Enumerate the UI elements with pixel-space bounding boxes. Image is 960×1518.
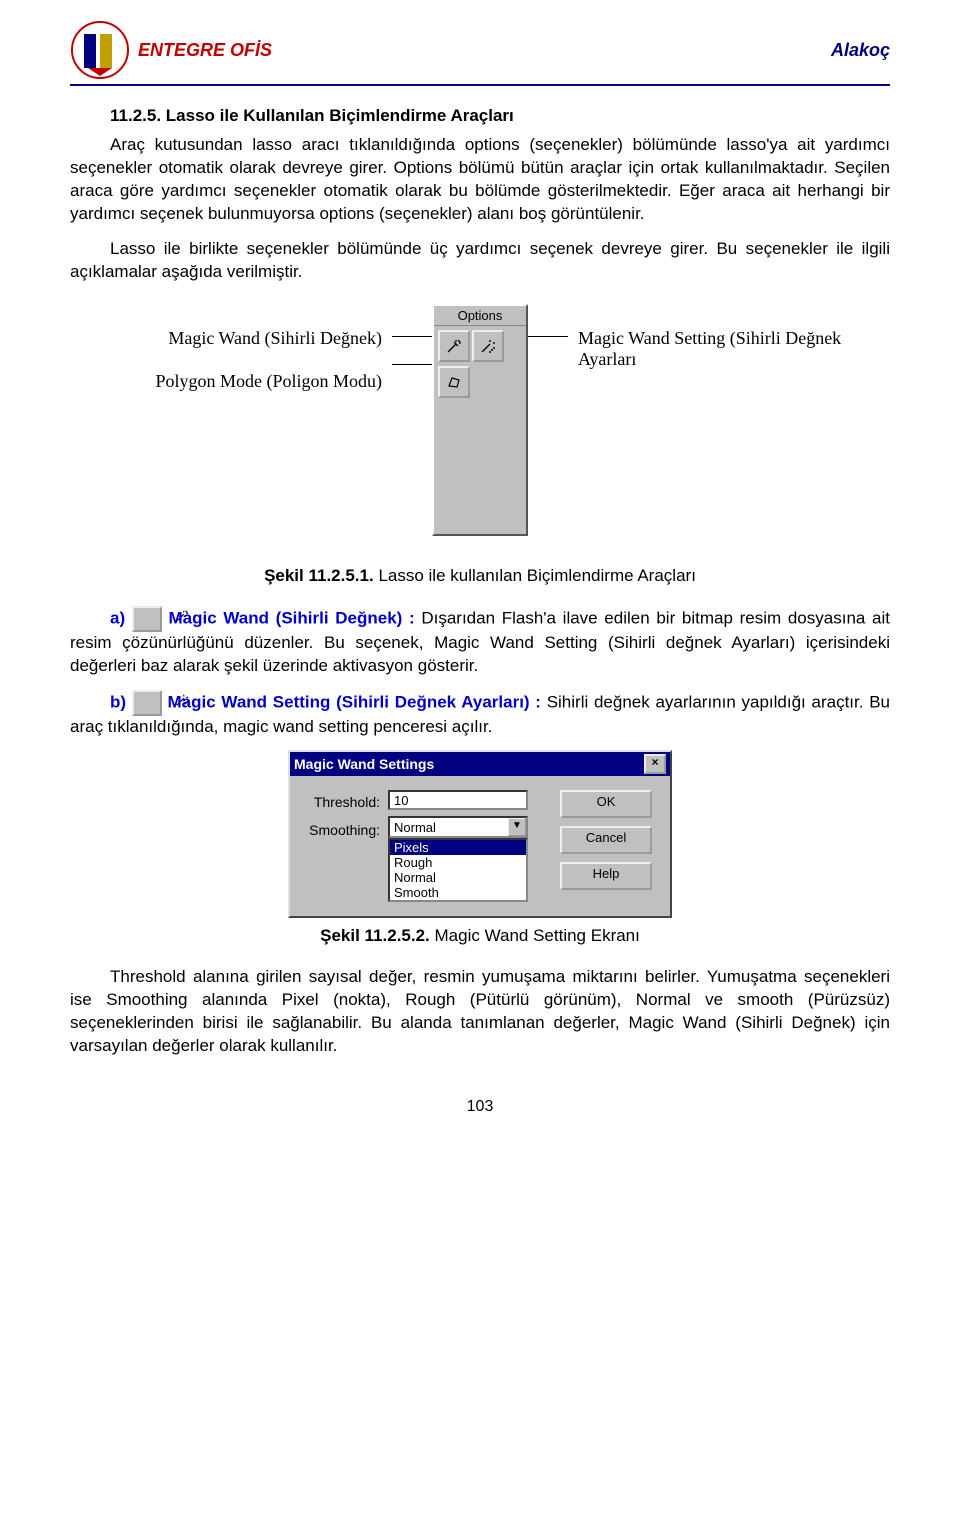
dialog-title: Magic Wand Settings xyxy=(294,756,434,772)
threshold-input[interactable]: 10 xyxy=(388,790,528,810)
header-title-right: Alakoç xyxy=(831,40,890,61)
header-title-left: ENTEGRE OFİS xyxy=(138,40,272,61)
dialog-titlebar: Magic Wand Settings × xyxy=(290,752,670,776)
polygon-mode-icon[interactable] xyxy=(438,366,470,398)
paragraph-1: Araç kutusundan lasso aracı tıklanıldığı… xyxy=(70,134,890,226)
item-b-title: Magic Wand Setting (Sihirli Değnek Ayarl… xyxy=(168,692,541,711)
item-b: b) Magic Wand Setting (Sihirli Değnek Ay… xyxy=(70,690,890,739)
dialog-fields-column: 10 Normal ▼ Pixels Rough Normal Smooth xyxy=(380,790,548,902)
connector-left xyxy=(392,304,432,392)
smoothing-listbox[interactable]: Pixels Rough Normal Smooth xyxy=(388,838,528,902)
magic-wand-settings-icon[interactable] xyxy=(472,330,504,362)
header-left: ENTEGRE OFİS xyxy=(70,20,272,80)
list-item[interactable]: Normal xyxy=(390,870,526,885)
magic-wand-settings-inline-icon xyxy=(132,690,162,716)
options-panel-body xyxy=(434,326,526,534)
figure-2-text: Magic Wand Setting Ekranı xyxy=(430,926,640,945)
item-a: a) Magic Wand (Sihirli Değnek) : Dışarıd… xyxy=(70,606,890,678)
list-item[interactable]: Pixels xyxy=(390,840,526,855)
section-heading: 11.2.5. Lasso ile Kullanılan Biçimlendir… xyxy=(110,106,890,126)
figure-1-caption: Şekil 11.2.5.1. Lasso ile kullanılan Biç… xyxy=(70,566,890,586)
magic-wand-icon[interactable] xyxy=(438,330,470,362)
dialog-buttons-column: OK Cancel Help xyxy=(548,790,660,902)
item-a-title: Magic Wand (Sihirli Değnek) : xyxy=(169,608,415,627)
diagram-right-labels: Magic Wand Setting (Sihirli Değnek Ayarl… xyxy=(568,304,858,370)
label-polygon-mode: Polygon Mode (Poligon Modu) xyxy=(102,371,382,392)
smoothing-value: Normal xyxy=(394,820,436,835)
threshold-label: Threshold: xyxy=(300,790,380,818)
list-item[interactable]: Smooth xyxy=(390,885,526,900)
connector-right xyxy=(528,304,568,364)
chevron-down-icon: ▼ xyxy=(508,818,526,836)
paragraph-3: Threshold alanına girilen sayısal değer,… xyxy=(70,966,890,1058)
help-button[interactable]: Help xyxy=(560,862,652,890)
item-b-prefix: b) xyxy=(110,692,126,711)
figure-2-number: Şekil 11.2.5.2. xyxy=(320,926,430,945)
options-panel-title: Options xyxy=(434,306,526,326)
document-page: ENTEGRE OFİS Alakoç 11.2.5. Lasso ile Ku… xyxy=(0,0,960,1156)
cancel-button[interactable]: Cancel xyxy=(560,826,652,854)
options-diagram: Magic Wand (Sihirli Değnek) Polygon Mode… xyxy=(70,304,890,536)
diagram-left-labels: Magic Wand (Sihirli Değnek) Polygon Mode… xyxy=(102,304,392,414)
smoothing-dropdown[interactable]: Normal ▼ xyxy=(388,816,528,838)
figure-1-text: Lasso ile kullanılan Biçimlendirme Araçl… xyxy=(374,566,696,585)
dialog-body: Threshold: Smoothing: 10 Normal ▼ Pixels… xyxy=(290,776,670,916)
options-panel: Options xyxy=(432,304,528,536)
magic-wand-settings-dialog: Magic Wand Settings × Threshold: Smoothi… xyxy=(288,750,672,918)
page-number: 103 xyxy=(70,1098,890,1116)
figure-2-caption: Şekil 11.2.5.2. Magic Wand Setting Ekran… xyxy=(70,926,890,946)
magic-wand-inline-icon xyxy=(132,606,162,632)
item-a-prefix: a) xyxy=(110,608,125,627)
list-item[interactable]: Rough xyxy=(390,855,526,870)
university-logo xyxy=(70,20,130,80)
close-icon[interactable]: × xyxy=(644,754,666,774)
label-magic-wand-setting: Magic Wand Setting (Sihirli Değnek Ayarl… xyxy=(578,328,858,370)
page-header: ENTEGRE OFİS Alakoç xyxy=(70,20,890,86)
ok-button[interactable]: OK xyxy=(560,790,652,818)
label-magic-wand: Magic Wand (Sihirli Değnek) xyxy=(102,328,382,349)
paragraph-2: Lasso ile birlikte seçenekler bölümünde … xyxy=(70,238,890,284)
smoothing-label: Smoothing: xyxy=(300,818,380,846)
figure-1-number: Şekil 11.2.5.1. xyxy=(264,566,374,585)
dialog-labels-column: Threshold: Smoothing: xyxy=(300,790,380,902)
